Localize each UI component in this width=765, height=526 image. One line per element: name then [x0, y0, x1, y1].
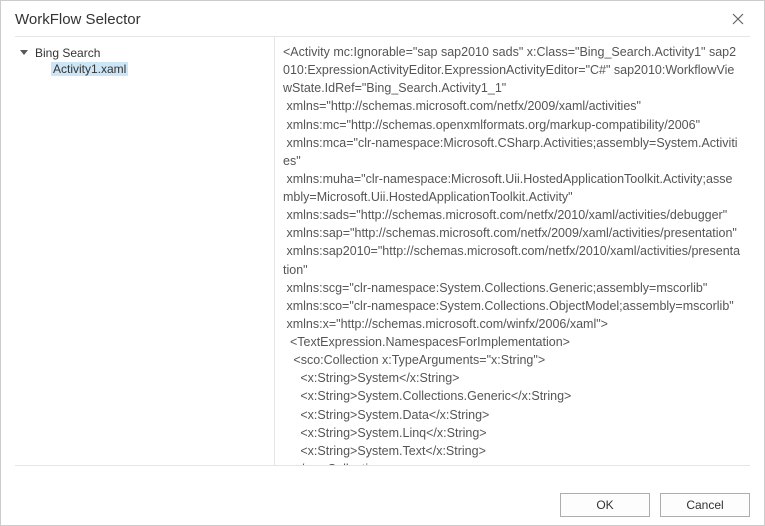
expand-collapse-icon[interactable] [19, 47, 31, 59]
tree-root-label: Bing Search [35, 46, 100, 60]
ok-button[interactable]: OK [560, 493, 650, 517]
cancel-button[interactable]: Cancel [660, 493, 750, 517]
close-button[interactable] [726, 13, 750, 27]
xaml-content-panel[interactable]: <Activity mc:Ignorable="sap sap2010 sads… [275, 37, 750, 465]
tree-child-label: Activity1.xaml [51, 62, 128, 76]
tree-child-item[interactable]: Activity1.xaml [51, 61, 270, 77]
close-icon [732, 13, 744, 25]
button-bar: OK Cancel [560, 493, 750, 517]
tree-root-item[interactable]: Bing Search [19, 45, 270, 61]
title-bar: WorkFlow Selector [1, 1, 764, 36]
tree-panel[interactable]: Bing Search Activity1.xaml [15, 37, 275, 465]
content-area: Bing Search Activity1.xaml <Activity mc:… [15, 36, 750, 466]
dialog-title: WorkFlow Selector [15, 11, 141, 28]
